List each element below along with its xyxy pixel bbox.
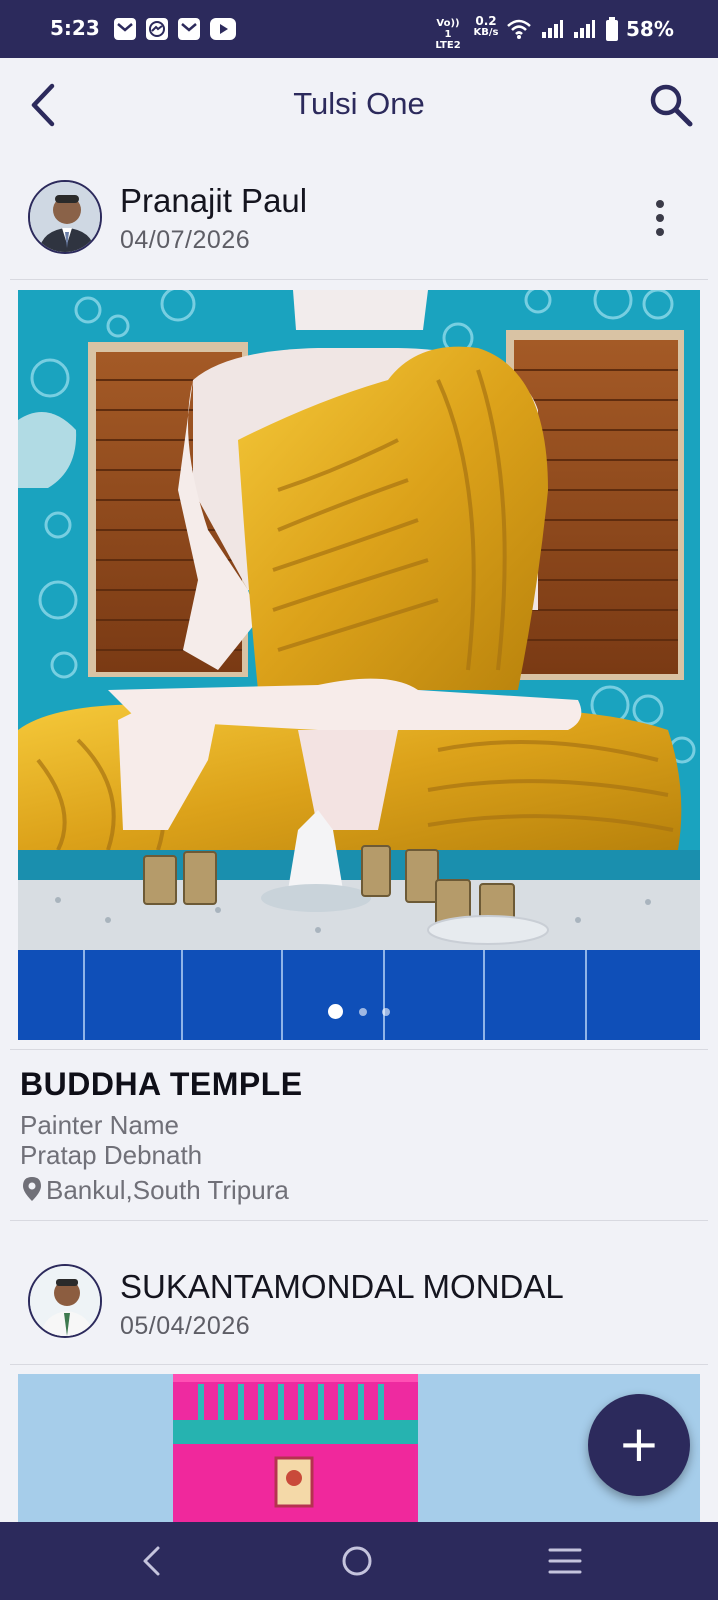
system-nav-bar — [0, 1522, 718, 1600]
recents-nav-icon[interactable] — [548, 1546, 582, 1576]
add-label: + — [618, 1415, 660, 1473]
signal-icon — [574, 20, 595, 38]
post-date: 04/07/2026 — [120, 226, 251, 254]
post-author[interactable]: SUKANTAMONDAL MONDAL — [120, 1268, 564, 1306]
location-pin-icon — [23, 1177, 41, 1201]
youtube-icon — [210, 18, 236, 40]
buddha-statue-image — [18, 290, 700, 1040]
network-label: Vo)) 1 LTE2 — [435, 18, 461, 51]
network-speed: 0.2 KB/s — [473, 14, 499, 38]
avatar[interactable] — [28, 180, 102, 254]
carousel-dot[interactable] — [328, 1004, 344, 1019]
search-icon[interactable] — [648, 82, 694, 128]
add-post-button[interactable]: + — [588, 1394, 690, 1496]
avatar[interactable] — [28, 1264, 102, 1338]
post-title: BUDDHA TEMPLE — [20, 1066, 303, 1102]
divider — [10, 279, 708, 280]
signal-icon — [542, 20, 563, 38]
carousel-dot[interactable] — [358, 1007, 367, 1016]
status-time: 5:23 — [50, 16, 100, 40]
divider — [10, 1220, 708, 1221]
wifi-icon — [507, 19, 531, 39]
painter-label: Painter Name — [20, 1110, 179, 1140]
divider — [10, 1049, 708, 1050]
post-date: 05/04/2026 — [120, 1312, 251, 1340]
carousel-dot[interactable] — [381, 1007, 390, 1016]
post-header[interactable]: Pranajit Paul 04/07/2026 — [0, 170, 718, 270]
painter-name: Pratap Debnath — [20, 1140, 203, 1170]
post-header[interactable]: SUKANTAMONDAL MONDAL 05/04/2026 — [0, 1256, 718, 1356]
battery-icon — [606, 17, 618, 41]
back-nav-icon[interactable] — [140, 1544, 162, 1578]
messenger-icon — [146, 18, 168, 40]
status-bar: 5:23 Vo)) 1 LTE2 0.2 KB/s 58% — [0, 0, 718, 58]
app-bar: Tulsi One — [0, 58, 718, 154]
post-author[interactable]: Pranajit Paul — [120, 182, 307, 220]
battery-percentage: 58% — [626, 17, 674, 41]
mail-icon — [114, 18, 136, 40]
mail-icon — [178, 18, 200, 40]
page-title: Tulsi One — [293, 86, 425, 121]
post-location: Bankul,South Tripura — [46, 1175, 289, 1205]
carousel-indicator[interactable] — [18, 1001, 700, 1020]
home-nav-icon[interactable] — [340, 1544, 374, 1578]
divider — [10, 1364, 708, 1365]
post-image-carousel[interactable] — [18, 290, 700, 1040]
more-options-icon[interactable] — [654, 198, 666, 238]
